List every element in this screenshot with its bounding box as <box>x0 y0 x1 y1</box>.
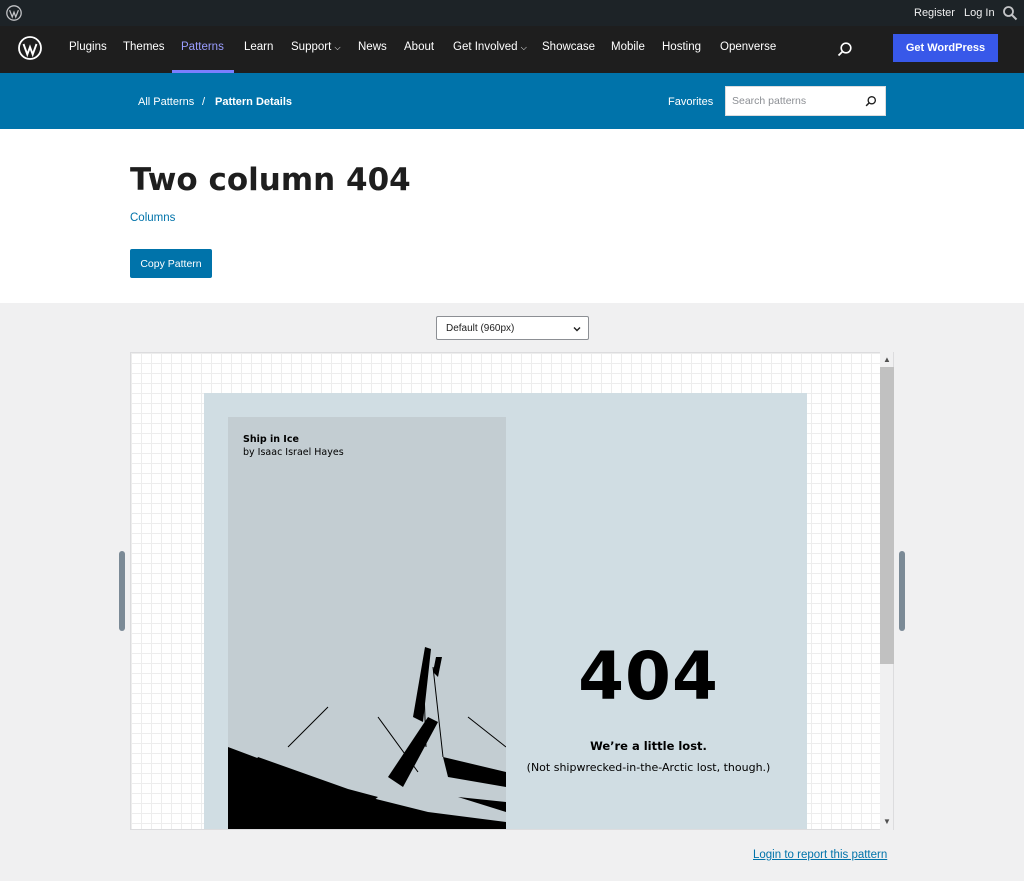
breadcrumb-pattern-details: Pattern Details <box>215 96 293 108</box>
width-select-value: Default (960px) <box>446 323 515 334</box>
nav-item-get-involved-label: Get Involved <box>453 41 518 53</box>
search-icon[interactable] <box>865 95 877 107</box>
report-pattern-link[interactable]: Login to report this pattern <box>753 849 887 861</box>
nav-item-get-involved[interactable]: Get Involved ⌵ <box>453 41 527 53</box>
pattern-preview-frame: Ship in Ice by Isaac Israel Hayes 404 We… <box>130 352 881 830</box>
register-link[interactable]: Register <box>914 7 955 19</box>
nav-item-support[interactable]: Support ⌵ <box>291 41 341 53</box>
nav-item-mobile[interactable]: Mobile <box>611 41 645 53</box>
local-nav: All Patterns / Pattern Details Favorites <box>0 73 1024 129</box>
search-icon[interactable] <box>1002 5 1018 21</box>
nav-item-patterns[interactable]: Patterns <box>181 41 224 53</box>
nav-item-themes[interactable]: Themes <box>123 41 165 53</box>
pattern-header: Two column 404 Columns Copy Pattern <box>0 129 1024 303</box>
chevron-down-icon: ⌵ <box>520 43 527 52</box>
global-nav: Plugins Themes Patterns Learn Support ⌵ … <box>0 26 1024 73</box>
nav-item-learn[interactable]: Learn <box>244 41 273 53</box>
search-icon[interactable] <box>837 41 853 57</box>
image-author: by Isaac Israel Hayes <box>243 447 344 458</box>
copy-pattern-button[interactable]: Copy Pattern <box>130 249 212 278</box>
get-wordpress-button[interactable]: Get WordPress <box>893 34 998 62</box>
page-title: Two column 404 <box>130 162 411 198</box>
admin-bar: Register Log In <box>0 0 1024 26</box>
error-code-heading: 404 <box>578 638 719 715</box>
search-input[interactable] <box>726 87 858 115</box>
nav-item-openverse[interactable]: Openverse <box>720 41 776 53</box>
wordpress-logo-icon[interactable] <box>6 5 22 21</box>
nav-item-support-label: Support <box>291 41 332 53</box>
nav-item-hosting[interactable]: Hosting <box>662 41 701 53</box>
scroll-up-icon[interactable]: ▲ <box>880 353 894 367</box>
nav-item-news[interactable]: News <box>358 41 387 53</box>
category-link[interactable]: Columns <box>130 212 175 224</box>
error-description: (Not shipwrecked-in-the-Arctic lost, tho… <box>526 761 771 774</box>
resize-handle-left[interactable] <box>119 551 125 631</box>
scrollbar-thumb[interactable] <box>880 367 894 664</box>
chevron-down-icon: ⌵ <box>334 43 341 52</box>
image-title: Ship in Ice <box>243 434 299 445</box>
scroll-down-icon[interactable]: ▼ <box>880 815 894 829</box>
wordpress-logo-icon[interactable] <box>18 36 42 60</box>
breadcrumb-separator: / <box>202 96 206 108</box>
nav-item-about[interactable]: About <box>404 41 434 53</box>
nav-item-plugins[interactable]: Plugins <box>69 41 107 53</box>
favorites-link[interactable]: Favorites <box>668 96 713 108</box>
width-select[interactable]: Default (960px) <box>436 316 589 340</box>
login-link[interactable]: Log In <box>964 7 995 19</box>
ship-image: Ship in Ice by Isaac Israel Hayes <box>228 417 506 829</box>
pattern-search <box>725 86 886 116</box>
chevron-down-icon <box>573 327 581 332</box>
resize-handle-right[interactable] <box>899 551 905 631</box>
nav-item-showcase[interactable]: Showcase <box>542 41 595 53</box>
ship-illustration <box>228 647 506 829</box>
breadcrumb-all-patterns[interactable]: All Patterns <box>138 96 194 108</box>
error-subheading: We’re a little lost. <box>590 739 707 753</box>
